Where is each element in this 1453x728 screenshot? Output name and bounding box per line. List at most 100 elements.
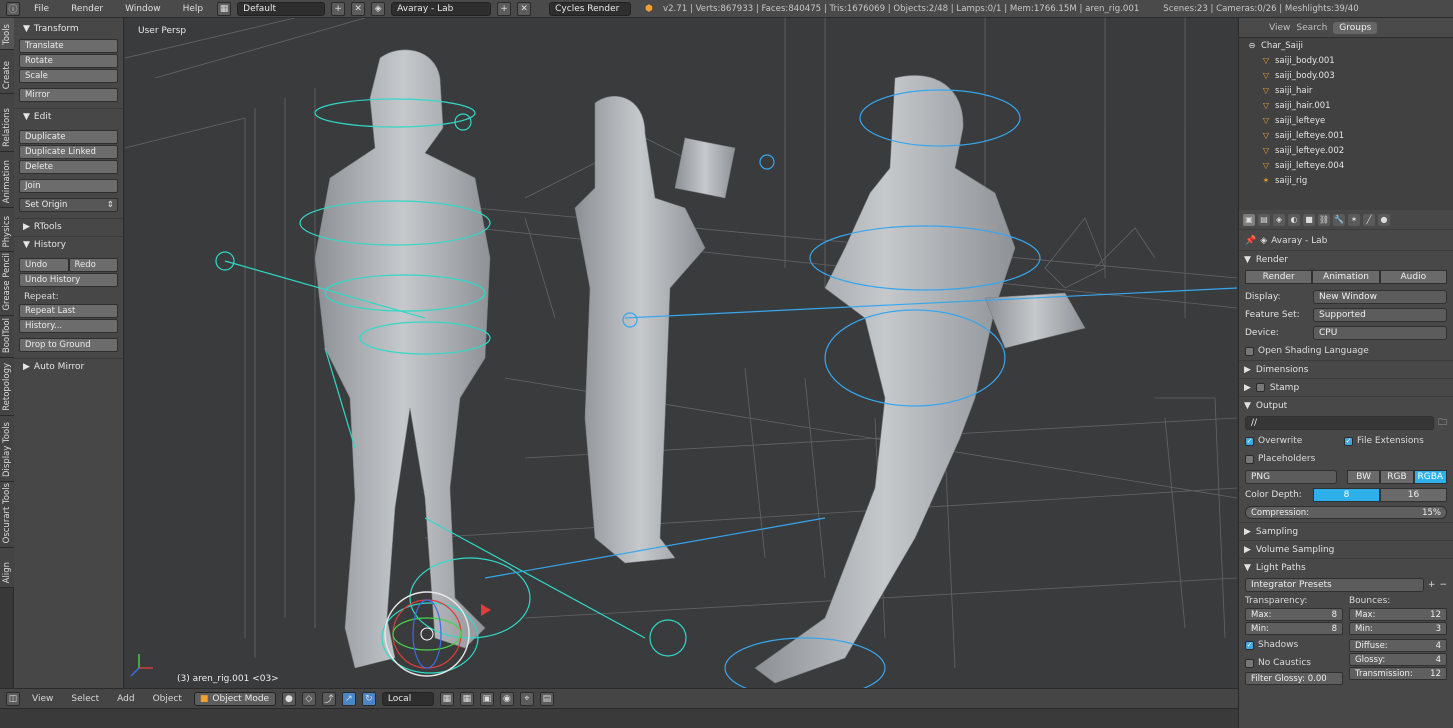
layers-icon-2[interactable]: ▦	[459, 691, 474, 706]
panel-stamp-header[interactable]: ▶ Stamp	[1239, 378, 1453, 396]
remove-preset-icon[interactable]: −	[1439, 580, 1447, 590]
list-item[interactable]: ▽ saiji_body.003	[1239, 68, 1453, 83]
outliner-tab-groups[interactable]: Groups	[1333, 21, 1378, 34]
tab-grease-pencil[interactable]: Grease Pencil	[0, 252, 14, 316]
panel-history-header[interactable]: ▼ History	[14, 236, 123, 252]
constraints-tab-icon[interactable]: ⛓	[1318, 213, 1330, 226]
overwrite-checkbox[interactable]: ✓	[1245, 436, 1254, 446]
menu-help[interactable]: Help	[175, 4, 212, 14]
tab-create[interactable]: Create	[0, 50, 14, 94]
shading-icon[interactable]: ●	[281, 691, 296, 706]
panel-render-header[interactable]: ▼ Render	[1239, 250, 1453, 268]
list-item[interactable]: ▽ saiji_hair.001	[1239, 98, 1453, 113]
tab-retopology[interactable]: Retopology	[0, 358, 14, 416]
set-origin-select[interactable]: Set Origin ⇕	[19, 198, 118, 212]
outliner-tab-view[interactable]: View	[1269, 23, 1290, 33]
render-icon[interactable]: ▤	[539, 691, 554, 706]
manipulator-icon[interactable]: ⤴	[321, 691, 336, 706]
translate-manip-icon[interactable]: ↗	[341, 691, 356, 706]
screen-layout-icon[interactable]: ▦	[217, 1, 232, 16]
list-item[interactable]: ▽ saiji_lefteye.002	[1239, 143, 1453, 158]
layers-tab-icon[interactable]: ▤	[1258, 213, 1270, 226]
scale-button[interactable]: Scale	[19, 69, 118, 83]
timeline[interactable]	[0, 708, 1238, 728]
bounces-max-field[interactable]: Max: 12	[1349, 608, 1447, 621]
integrator-presets-select[interactable]: Integrator Presets	[1245, 578, 1424, 592]
depth-8-button[interactable]: 8	[1313, 488, 1380, 502]
tab-tools[interactable]: Tools	[0, 18, 14, 50]
filter-glossy-field[interactable]: Filter Glossy: 0.00	[1245, 672, 1343, 685]
rgb-button[interactable]: RGB	[1380, 470, 1414, 484]
object-tab-icon[interactable]: ■	[1303, 213, 1315, 226]
bw-button[interactable]: BW	[1347, 470, 1381, 484]
editor-type-icon[interactable]: ◫	[6, 691, 20, 706]
editor-type-icon[interactable]: ⓘ	[6, 1, 20, 16]
data-tab-icon[interactable]: ✶	[1348, 213, 1360, 226]
glossy-bounces-field[interactable]: Glossy: 4	[1349, 653, 1447, 666]
bounces-min-field[interactable]: Min: 3	[1349, 622, 1447, 635]
panel-dimensions-header[interactable]: ▶ Dimensions	[1239, 360, 1453, 378]
menu-render[interactable]: Render	[63, 4, 111, 14]
list-item[interactable]: ▽ saiji_lefteye.001	[1239, 128, 1453, 143]
remove-layout-icon[interactable]: ✕	[351, 1, 366, 16]
menu-add[interactable]: Add	[111, 694, 140, 704]
undo-history-button[interactable]: Undo History	[19, 273, 118, 287]
transparency-max-field[interactable]: Max: 8	[1245, 608, 1343, 621]
output-path-input[interactable]: //	[1245, 416, 1434, 430]
layout-field[interactable]: Default	[237, 1, 326, 16]
outliner-tab-search[interactable]: Search	[1296, 23, 1327, 33]
diffuse-bounces-field[interactable]: Diffuse: 4	[1349, 639, 1447, 652]
list-item[interactable]: ▽ saiji_lefteye	[1239, 113, 1453, 128]
panel-rtools-header[interactable]: ▶ RTools	[14, 218, 123, 234]
scene-tab-icon[interactable]: ◈	[1273, 213, 1285, 226]
panel-transform-header[interactable]: ▼ Transform	[14, 21, 123, 37]
shadows-checkbox[interactable]: ✓	[1245, 640, 1254, 650]
transmission-bounces-field[interactable]: Transmission: 12	[1349, 667, 1447, 680]
list-item[interactable]: ▽ saiji_hair	[1239, 83, 1453, 98]
repeat-last-button[interactable]: Repeat Last	[19, 304, 118, 318]
3d-viewport[interactable]: User Persp (3) aren_rig.001 <03>	[125, 18, 1237, 688]
material-tab-icon[interactable]: ●	[1378, 213, 1390, 226]
translate-button[interactable]: Translate	[19, 39, 118, 53]
panel-edit-header[interactable]: ▼ Edit	[14, 108, 123, 124]
duplicate-linked-button[interactable]: Duplicate Linked	[19, 145, 118, 159]
add-layout-icon[interactable]: +	[331, 1, 346, 16]
scene-field[interactable]: Avaray - Lab	[391, 1, 492, 16]
world-tab-icon[interactable]: ◐	[1288, 213, 1300, 226]
orientation-select[interactable]: Local	[381, 691, 434, 706]
pivot-icon[interactable]: ◇	[301, 691, 316, 706]
history-button[interactable]: History...	[19, 319, 118, 333]
add-scene-icon[interactable]: +	[497, 1, 512, 16]
tab-relations[interactable]: Relations	[0, 94, 14, 152]
mirror-button[interactable]: Mirror	[19, 88, 118, 102]
pin-icon[interactable]: 📌	[1245, 236, 1256, 246]
rgba-button[interactable]: RGBA	[1413, 470, 1447, 484]
render-engine-select[interactable]: Cycles Render	[549, 1, 632, 16]
no-caustics-checkbox[interactable]	[1245, 658, 1254, 668]
osl-checkbox[interactable]	[1245, 346, 1254, 356]
list-item[interactable]: ▽ saiji_lefteye.004	[1239, 158, 1453, 173]
render-button[interactable]: Render	[1245, 270, 1313, 284]
outliner-group[interactable]: ⊖ Char_Saiji	[1239, 38, 1453, 53]
tab-booltool[interactable]: BoolTool	[0, 316, 14, 358]
compression-slider[interactable]: Compression: 15%	[1245, 506, 1447, 519]
tab-align[interactable]: Align	[0, 548, 14, 588]
animation-button[interactable]: Animation	[1312, 270, 1380, 284]
tab-physics[interactable]: Physics	[0, 208, 14, 252]
bone-tab-icon[interactable]: ╱	[1363, 213, 1375, 226]
menu-file[interactable]: File	[26, 4, 57, 14]
depth-16-button[interactable]: 16	[1380, 488, 1447, 502]
join-button[interactable]: Join	[19, 179, 118, 193]
scene-icon[interactable]: ◈	[371, 1, 386, 16]
tab-animation[interactable]: Animation	[0, 152, 14, 208]
proportional-edit-icon[interactable]: ◉	[499, 691, 514, 706]
transparency-min-field[interactable]: Min: 8	[1245, 622, 1343, 635]
panel-sampling-header[interactable]: ▶ Sampling	[1239, 522, 1453, 540]
layers-icon[interactable]: ▦	[439, 691, 454, 706]
device-select[interactable]: CPU	[1313, 326, 1447, 340]
file-extensions-checkbox[interactable]: ✓	[1344, 436, 1353, 446]
display-select[interactable]: New Window	[1313, 290, 1447, 304]
list-item[interactable]: ✶ saiji_rig	[1239, 173, 1453, 188]
panel-output-header[interactable]: ▼ Output	[1239, 396, 1453, 414]
tab-display-tools[interactable]: Display Tools	[0, 416, 14, 482]
